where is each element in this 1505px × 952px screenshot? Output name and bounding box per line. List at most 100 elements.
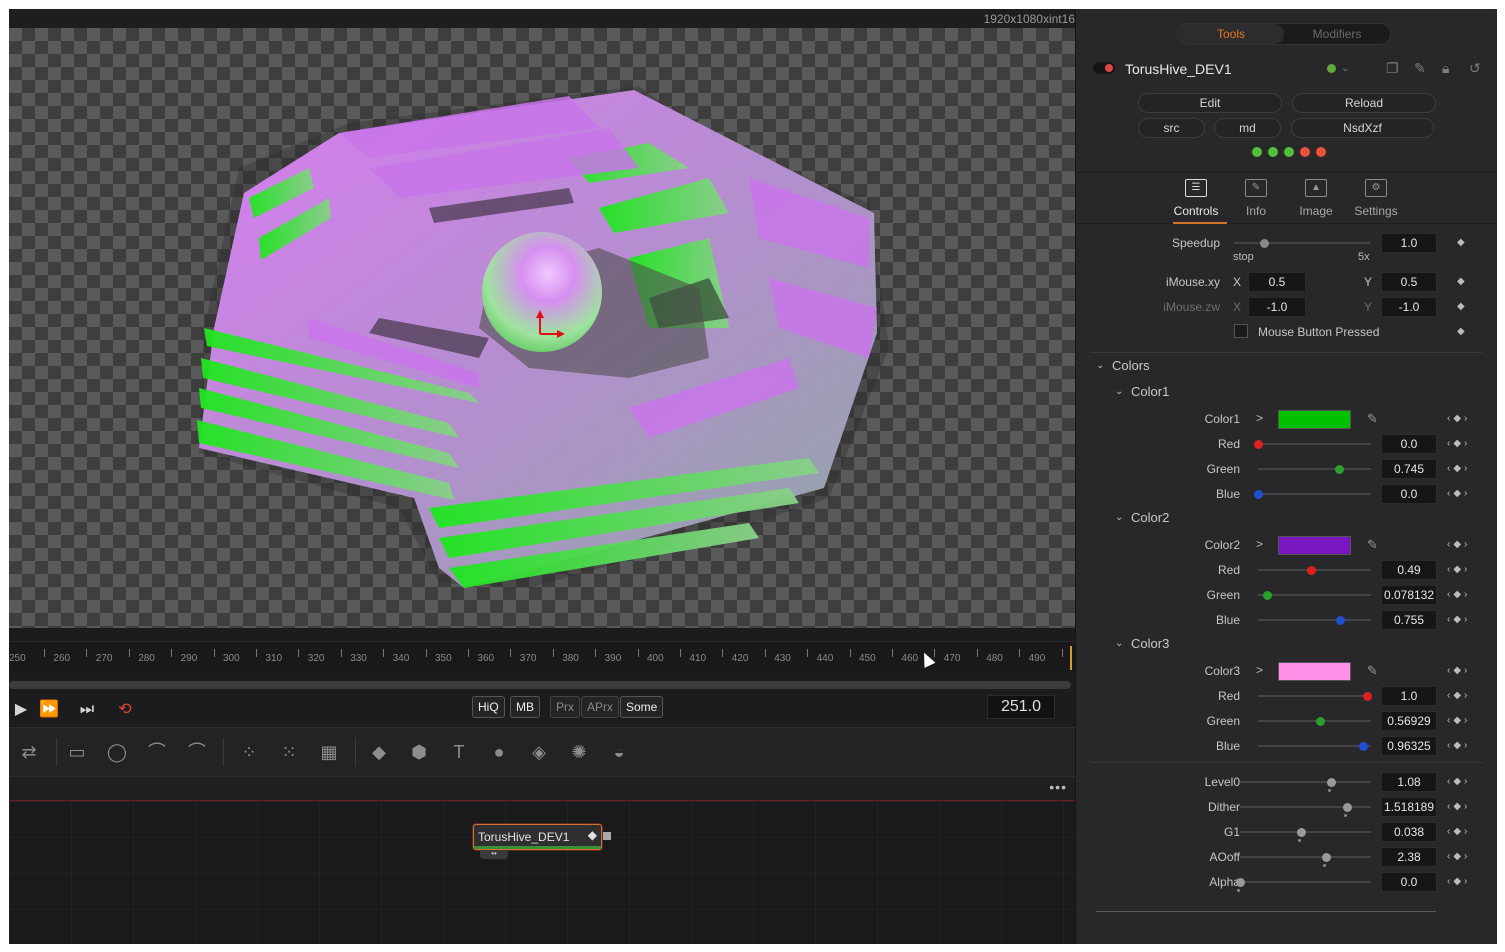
torushive-node[interactable]: TorusHive_DEV1 ◆ bbox=[473, 824, 602, 850]
mouse-button-checkbox[interactable] bbox=[1234, 324, 1248, 338]
keyframe-nav-icon[interactable]: ‹◆› bbox=[1447, 690, 1470, 701]
param-g1-slider[interactable] bbox=[1240, 828, 1371, 837]
keyframe-nav-icon[interactable]: ‹◆› bbox=[1447, 413, 1470, 424]
color3-blue-slider[interactable] bbox=[1258, 742, 1371, 751]
param-level0-slider[interactable] bbox=[1240, 778, 1371, 787]
color3-swatch[interactable] bbox=[1278, 662, 1351, 681]
loop-icon[interactable]: ⟲ bbox=[113, 699, 137, 721]
color1-blue-slider[interactable] bbox=[1254, 490, 1371, 499]
param-alpha-slider[interactable] bbox=[1236, 878, 1371, 887]
light3d-icon[interactable]: ◒ bbox=[607, 740, 631, 764]
polygon-mask-icon[interactable]: ⌒ bbox=[145, 740, 169, 764]
slider-knob[interactable] bbox=[1358, 742, 1368, 751]
param-aooff-field[interactable]: 2.38 bbox=[1381, 847, 1437, 867]
keyframe-nav-icon[interactable]: ‹◆› bbox=[1447, 776, 1470, 787]
color3-group-label[interactable]: Color3 bbox=[1131, 636, 1169, 651]
color1-red-slider[interactable] bbox=[1254, 440, 1371, 449]
color2-green-slider[interactable] bbox=[1258, 591, 1371, 600]
keyframe-nav-icon[interactable]: ‹◆› bbox=[1447, 589, 1470, 600]
param-level0-field[interactable]: 1.08 bbox=[1381, 772, 1437, 792]
color2-swatch[interactable] bbox=[1278, 536, 1351, 555]
pin-icon[interactable]: ✎ bbox=[1414, 60, 1426, 77]
param-dither-field[interactable]: 1.518189 bbox=[1381, 797, 1437, 817]
slider-knob[interactable] bbox=[1336, 616, 1346, 625]
particle-emitter-icon[interactable]: ⁘ bbox=[237, 740, 261, 764]
current-frame-field[interactable]: 251.0 bbox=[987, 695, 1055, 719]
param-dither-slider[interactable] bbox=[1240, 803, 1371, 812]
keyframe-nav-icon[interactable]: ‹◆› bbox=[1447, 488, 1470, 499]
keyframe-nav-icon[interactable]: ‹◆› bbox=[1447, 463, 1470, 474]
node-output-port[interactable] bbox=[603, 832, 611, 840]
slider-knob[interactable] bbox=[1262, 591, 1272, 600]
text3d-icon[interactable]: T bbox=[447, 740, 471, 764]
chevron-down-icon[interactable]: ⌄ bbox=[1096, 360, 1104, 371]
quality-button-some[interactable]: Some bbox=[620, 696, 664, 718]
imageplane3d-icon[interactable]: ◈ bbox=[527, 740, 551, 764]
color2-green-field[interactable]: 0.078132 bbox=[1381, 585, 1437, 605]
quality-button-prx[interactable]: Prx bbox=[550, 696, 580, 718]
color1-swatch[interactable] bbox=[1278, 410, 1351, 429]
color2-blue-field[interactable]: 0.755 bbox=[1381, 610, 1437, 630]
viewer-canvas[interactable] bbox=[9, 28, 1075, 628]
color2-red-slider[interactable] bbox=[1258, 566, 1371, 575]
imouse-x-field[interactable]: 0.5 bbox=[1248, 272, 1306, 292]
color1-group-label[interactable]: Color1 bbox=[1131, 384, 1169, 399]
md-button[interactable]: md bbox=[1214, 118, 1281, 138]
chevron-right-icon[interactable]: > bbox=[1256, 537, 1263, 551]
reset-icon[interactable]: ↺ bbox=[1469, 60, 1481, 77]
slider-knob[interactable] bbox=[1316, 717, 1326, 726]
keyframe-nav-icon[interactable]: ‹◆› bbox=[1447, 851, 1470, 862]
colors-group-label[interactable]: Colors bbox=[1112, 358, 1150, 373]
src-button[interactable]: src bbox=[1138, 118, 1205, 138]
merge3d-icon[interactable]: ⬢ bbox=[407, 740, 431, 764]
camera3d-icon[interactable]: ● bbox=[487, 740, 511, 764]
slider-knob[interactable] bbox=[1296, 828, 1306, 837]
tab-info[interactable]: ✎ Info bbox=[1226, 173, 1286, 225]
chevron-right-icon[interactable]: > bbox=[1256, 411, 1263, 425]
keyframe-nav-icon[interactable]: ‹◆› bbox=[1447, 539, 1470, 550]
keyframe-nav-icon[interactable]: ‹◆› bbox=[1447, 740, 1470, 751]
chevron-down-icon[interactable]: ⌄ bbox=[1115, 386, 1123, 397]
play-icon[interactable]: ▶ bbox=[13, 699, 29, 721]
eyedropper-icon[interactable]: ✎ bbox=[1367, 411, 1378, 427]
param-aooff-slider[interactable] bbox=[1240, 853, 1371, 862]
color1-red-field[interactable]: 0.0 bbox=[1381, 434, 1437, 454]
tool-color-dot[interactable] bbox=[1327, 64, 1336, 73]
color1-green-slider[interactable] bbox=[1258, 465, 1371, 474]
slider-knob[interactable] bbox=[1307, 566, 1317, 575]
renderer3d-icon[interactable]: ✺ bbox=[567, 740, 591, 764]
color3-green-field[interactable]: 0.56929 bbox=[1381, 711, 1437, 731]
quality-button-mb[interactable]: MB bbox=[510, 696, 540, 718]
keyframe-icon[interactable]: ◆ bbox=[1457, 237, 1468, 248]
tab-tools[interactable]: Tools bbox=[1178, 24, 1284, 44]
bspline-mask-icon[interactable]: ⌒ bbox=[185, 740, 209, 764]
color1-blue-field[interactable]: 0.0 bbox=[1381, 484, 1437, 504]
versions-icon[interactable]: ❐ bbox=[1386, 60, 1399, 77]
playhead[interactable] bbox=[1070, 646, 1072, 670]
slider-knob[interactable] bbox=[1254, 440, 1263, 449]
reload-button[interactable]: Reload bbox=[1292, 93, 1436, 113]
color3-green-slider[interactable] bbox=[1258, 717, 1371, 726]
color2-group-label[interactable]: Color2 bbox=[1131, 510, 1169, 525]
keyframe-nav-icon[interactable]: ‹◆› bbox=[1447, 876, 1470, 887]
fast-forward-icon[interactable]: ⏩ bbox=[37, 699, 61, 721]
speedup-slider[interactable] bbox=[1234, 239, 1370, 248]
particle-render-icon[interactable]: ⁙ bbox=[277, 740, 301, 764]
slider-knob[interactable] bbox=[1327, 778, 1337, 787]
color3-red-field[interactable]: 1.0 bbox=[1381, 686, 1437, 706]
keyframe-nav-icon[interactable]: ‹◆› bbox=[1447, 665, 1470, 676]
imouse-y-field[interactable]: 0.5 bbox=[1381, 272, 1437, 292]
slider-knob[interactable] bbox=[1254, 490, 1263, 499]
keyframe-nav-icon[interactable]: ‹◆› bbox=[1447, 564, 1470, 575]
imouse-w-field[interactable]: -1.0 bbox=[1381, 297, 1437, 317]
chevron-down-icon[interactable]: ⌄ bbox=[1341, 63, 1349, 74]
tab-modifiers[interactable]: Modifiers bbox=[1284, 24, 1390, 44]
keyframe-nav-icon[interactable]: ‹◆› bbox=[1447, 614, 1470, 625]
toggle-view-icon[interactable]: ⇄ bbox=[17, 740, 41, 764]
keyframe-icon[interactable]: ◆ bbox=[1457, 326, 1468, 337]
color1-green-field[interactable]: 0.745 bbox=[1381, 459, 1437, 479]
color3-red-slider[interactable] bbox=[1258, 692, 1372, 701]
go-to-end-icon[interactable]: ⏭ bbox=[75, 699, 99, 721]
param-g1-field[interactable]: 0.038 bbox=[1381, 822, 1437, 842]
slider-knob[interactable] bbox=[1335, 465, 1345, 474]
